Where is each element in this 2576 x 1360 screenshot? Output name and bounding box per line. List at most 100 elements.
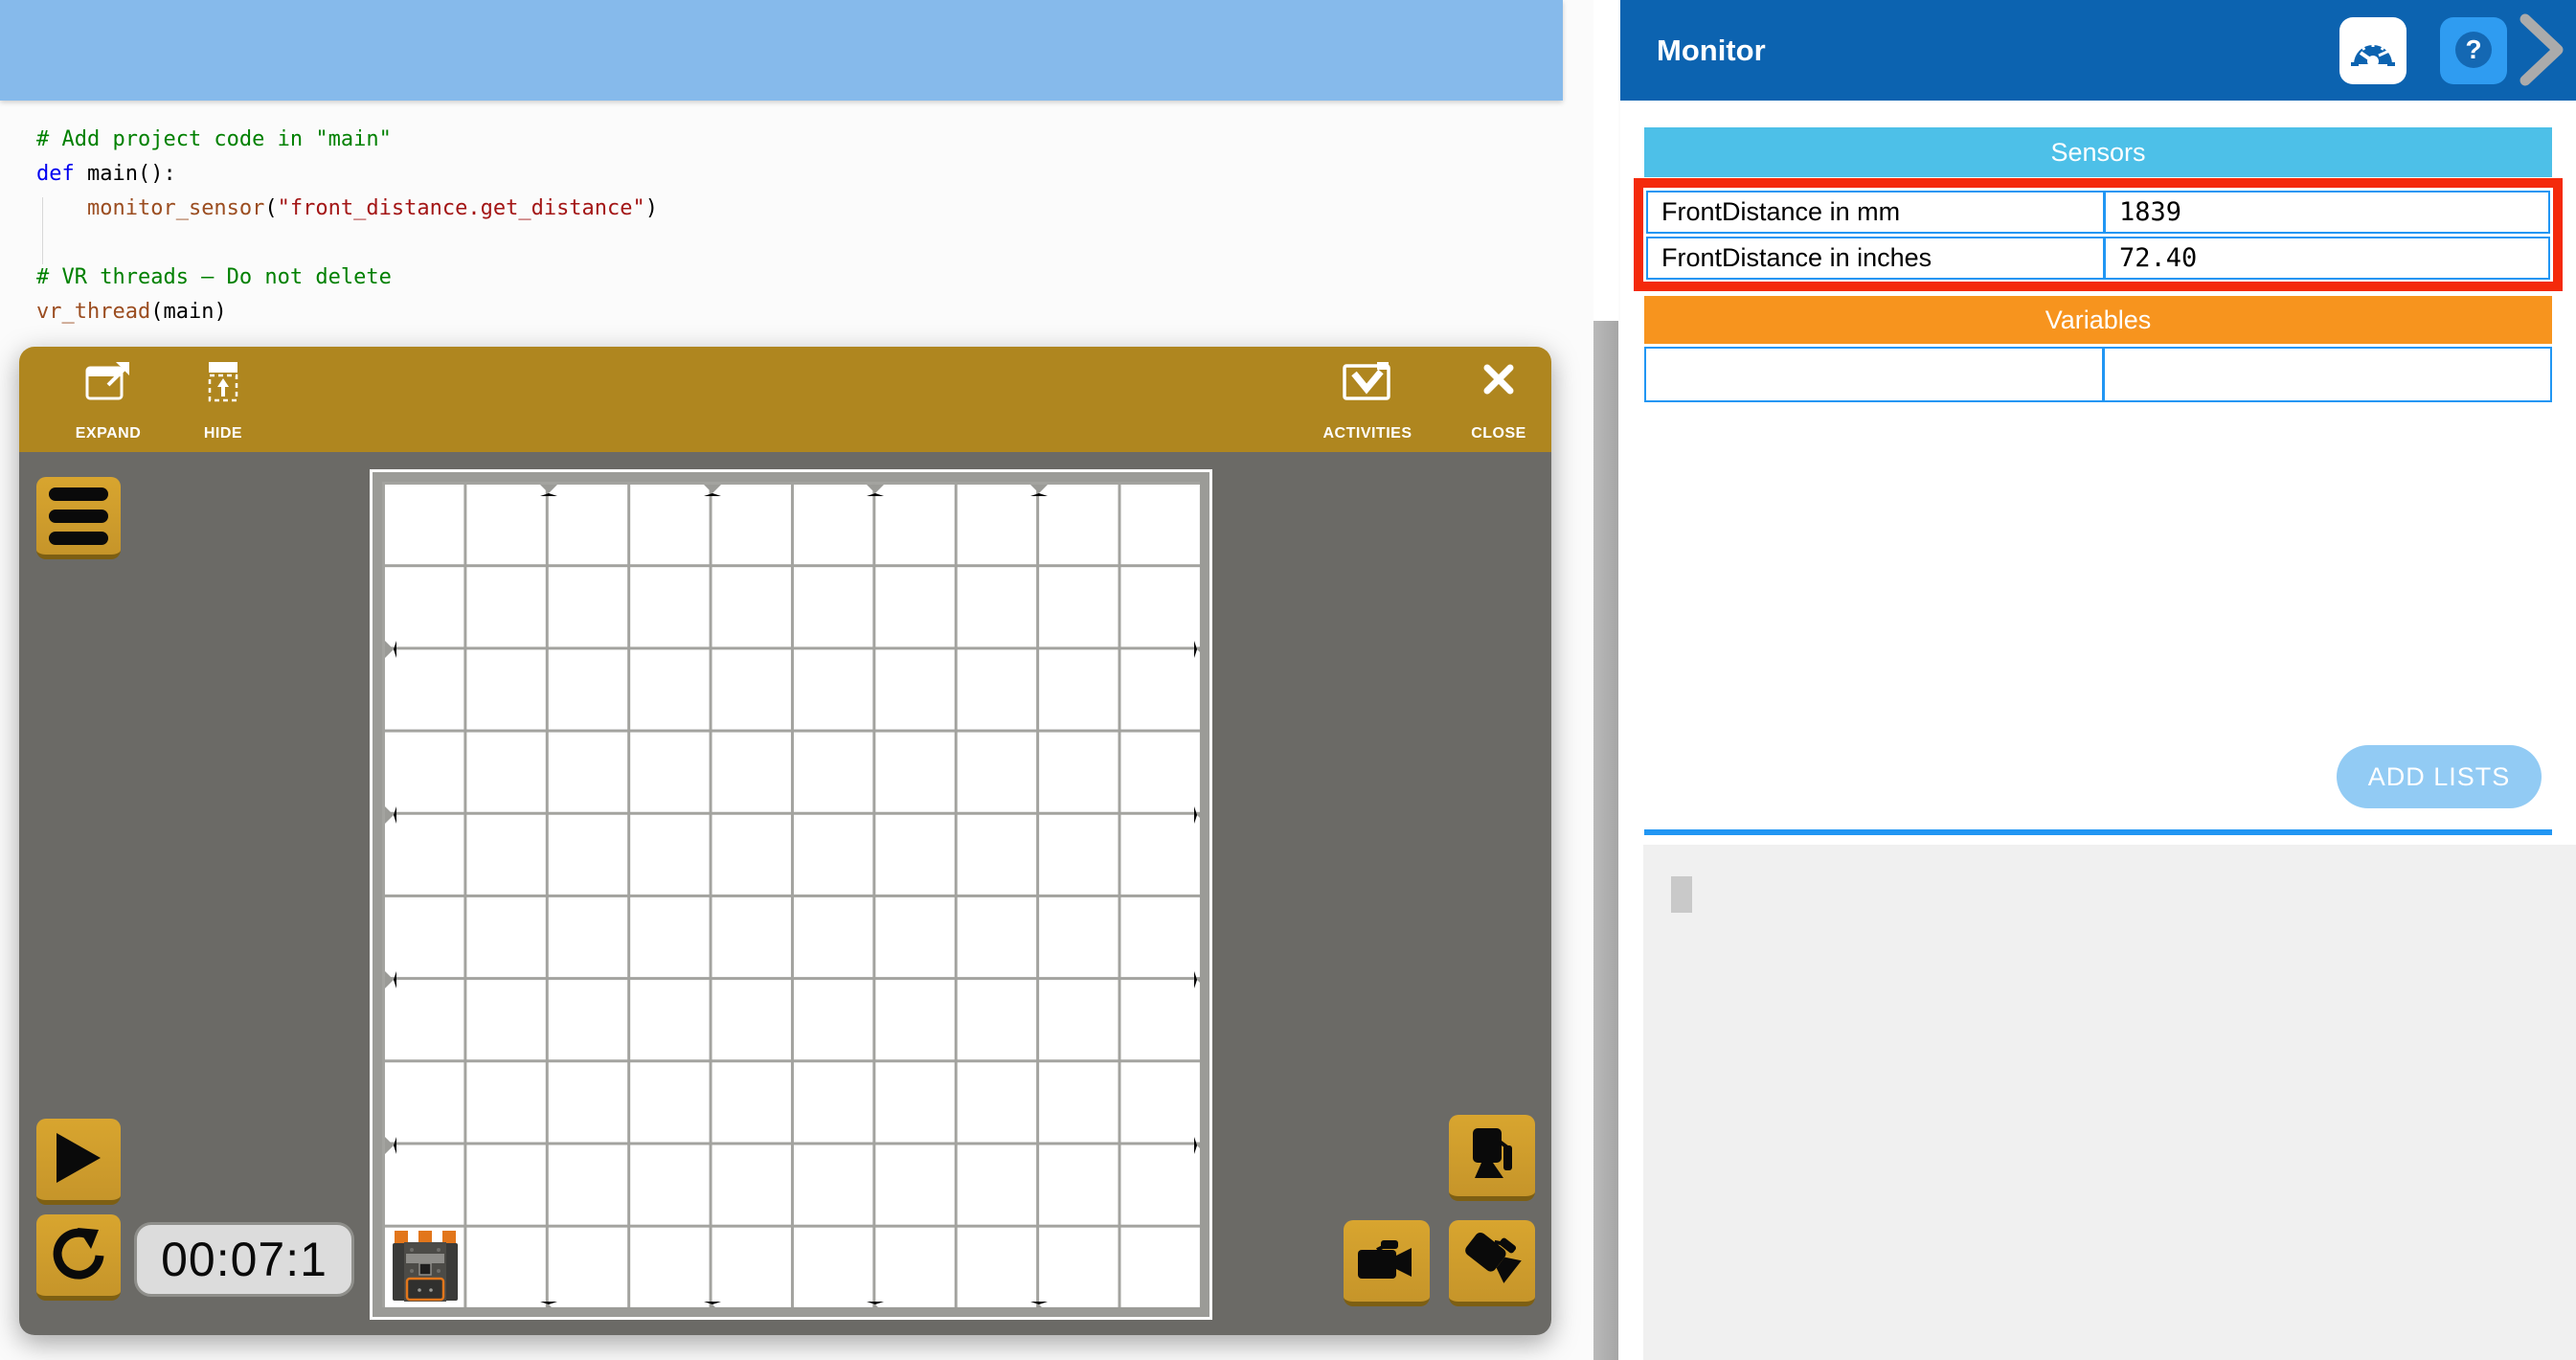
expand-label: EXPAND — [76, 425, 142, 442]
timer-value: 00:07:1 — [161, 1232, 328, 1287]
sensor-label: FrontDistance in inches — [1648, 238, 2106, 278]
hide-icon — [202, 360, 244, 407]
indent-guide — [42, 197, 43, 264]
monitor-divider — [1644, 829, 2552, 835]
playground-menu-button[interactable] — [36, 477, 121, 559]
scrollbar-thumb[interactable] — [1593, 321, 1618, 1360]
playground-field — [370, 469, 1212, 1320]
expand-button[interactable]: EXPAND — [46, 360, 170, 442]
code-line-blank — [36, 226, 658, 261]
code-text: main(): — [75, 162, 176, 186]
monitor-panel: Monitor — [1620, 0, 2576, 1360]
code-line: # Add project code in "main" — [36, 123, 658, 157]
field-tick — [867, 485, 884, 496]
field-grid — [382, 482, 1200, 1307]
field-tick — [1194, 1137, 1206, 1154]
reset-icon — [51, 1226, 106, 1284]
activities-button[interactable]: ACTIVITIES — [1305, 360, 1430, 442]
code-line: vr_thread(main) — [36, 295, 658, 329]
field-tick — [385, 806, 396, 824]
code-string: "front_distance.get_distance" — [278, 196, 645, 220]
svg-text:?: ? — [2465, 34, 2481, 64]
sensors-section-header: Sensors — [1644, 127, 2552, 177]
field-tick — [704, 485, 721, 496]
hide-label: HIDE — [204, 425, 242, 442]
variables-header-label: Variables — [2045, 306, 2152, 335]
chevron-right-icon — [2518, 13, 2567, 89]
expand-icon — [85, 360, 131, 407]
code-function: vr_thread — [36, 300, 150, 324]
monitor-header: Monitor — [1620, 0, 2576, 101]
close-icon — [1480, 360, 1518, 403]
sensor-label: FrontDistance in mm — [1648, 193, 2106, 232]
field-tick — [1194, 971, 1206, 988]
monitor-title: Monitor — [1657, 34, 1766, 68]
code-function: monitor_sensor — [87, 196, 264, 220]
hide-button[interactable]: HIDE — [161, 360, 285, 442]
play-button[interactable] — [36, 1119, 121, 1205]
vexcode-vr-screen: # Add project code in "main" def main():… — [0, 0, 2576, 1360]
variables-row — [1644, 347, 2552, 402]
field-tick — [1030, 1302, 1048, 1313]
question-mark-icon: ? — [2451, 27, 2497, 76]
add-lists-label: ADD LISTS — [2368, 762, 2511, 792]
camera-side-view-button[interactable] — [1344, 1220, 1430, 1306]
lists-scrollbar-thumb[interactable] — [1671, 876, 1692, 913]
code-text: ) — [645, 196, 658, 220]
add-lists-button[interactable]: ADD LISTS — [2337, 745, 2542, 808]
reset-button[interactable] — [36, 1214, 121, 1301]
close-button[interactable]: CLOSE — [1446, 360, 1551, 442]
code-editor[interactable]: # Add project code in "main" def main():… — [36, 123, 658, 329]
playground-body: 00:07:1 — [19, 452, 1551, 1335]
code-comment: # VR threads — Do not delete — [36, 265, 392, 289]
field-tick — [385, 641, 396, 658]
sensor-row: FrontDistance in inches 72.40 — [1646, 237, 2550, 280]
editor-scrollbar — [1593, 0, 1618, 1360]
sensor-value: 1839 — [2106, 193, 2548, 232]
sensor-value: 72.40 — [2106, 238, 2548, 278]
play-icon — [55, 1131, 102, 1188]
code-text: ( — [264, 196, 277, 220]
timer-display: 00:07:1 — [134, 1222, 354, 1297]
variable-label-cell — [1646, 349, 2105, 400]
code-comment: # Add project code in "main" — [36, 127, 392, 151]
sensors-header-label: Sensors — [2050, 138, 2145, 168]
video-camera-tilted-icon — [1462, 1231, 1522, 1291]
code-line: monitor_sensor("front_distance.get_dista… — [36, 192, 658, 226]
camera-3d-view-button[interactable] — [1449, 1220, 1535, 1306]
gauge-icon — [2351, 30, 2395, 73]
field-tick — [540, 1302, 557, 1313]
code-line: # VR threads — Do not delete — [36, 261, 658, 295]
video-camera-icon — [1358, 1238, 1415, 1283]
playground-window: EXPAND HIDE — [19, 347, 1551, 1335]
close-label: CLOSE — [1471, 425, 1526, 442]
field-tick — [1194, 806, 1206, 824]
activities-icon — [1343, 360, 1392, 407]
field-tick — [1030, 485, 1048, 496]
field-tick — [704, 1302, 721, 1313]
field-tick — [540, 485, 557, 496]
field-tick — [1194, 641, 1206, 658]
field-tick — [385, 1137, 396, 1154]
playground-titlebar: EXPAND HIDE — [19, 347, 1551, 452]
hamburger-icon — [49, 487, 108, 545]
screen-view-button[interactable] — [1449, 1115, 1535, 1201]
variable-value-cell — [2105, 349, 2550, 400]
vr-robot — [391, 1231, 460, 1305]
field-tick — [385, 971, 396, 988]
code-indent — [36, 196, 87, 220]
top-toolbar — [0, 0, 1563, 101]
sensors-highlight-box: FrontDistance in mm 1839 FrontDistance i… — [1634, 178, 2563, 291]
monitor-lists-area — [1643, 845, 2576, 1360]
monitor-stand-icon — [1465, 1126, 1519, 1185]
help-button[interactable]: ? — [2440, 17, 2507, 84]
field-tick — [867, 1302, 884, 1313]
variables-section-header: Variables — [1644, 296, 2552, 344]
sensor-row: FrontDistance in mm 1839 — [1646, 191, 2550, 234]
code-text: (main) — [150, 300, 226, 324]
activities-label: ACTIVITIES — [1322, 425, 1412, 442]
code-keyword: def — [36, 162, 75, 186]
code-line: def main(): — [36, 157, 658, 192]
collapse-panel-button[interactable] — [2515, 14, 2570, 87]
monitor-gauge-button[interactable] — [2339, 17, 2407, 84]
